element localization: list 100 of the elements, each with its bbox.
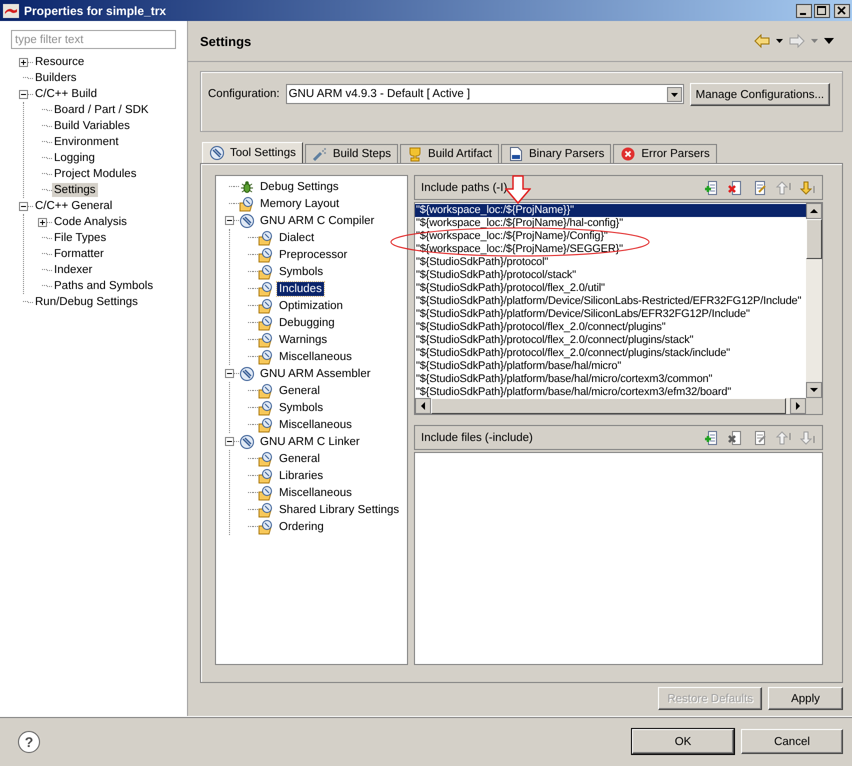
window-title: Properties for simple_trx	[24, 4, 168, 18]
tab[interactable]: Build Artifact	[400, 144, 499, 163]
dialog-button[interactable]: Cancel	[741, 729, 843, 754]
folder-gear-icon	[258, 502, 274, 518]
scroll-left-icon[interactable]	[415, 398, 431, 414]
folder-gear-icon	[258, 382, 274, 398]
tree-item[interactable]: GNU ARM C Linker	[258, 434, 362, 448]
expander-icon[interactable]	[38, 218, 47, 226]
include-path-item[interactable]: "${StudioSdkPath}/platform/Device/SiliconLabs-Restricted/EFR32FG12P/Include"	[415, 295, 806, 308]
tree-item[interactable]: Environment	[52, 135, 121, 149]
tree-item[interactable]: Debug Settings	[258, 180, 341, 194]
tree-item[interactable]: General	[277, 452, 322, 466]
tree-item[interactable]: C/C++ General	[33, 199, 114, 213]
maximize-icon[interactable]	[814, 4, 830, 18]
include-path-item[interactable]: "${workspace_loc:/${ProjName}/hal-config}"	[415, 217, 806, 230]
tree-item[interactable]: Debugging	[277, 316, 337, 330]
tree-item[interactable]: Ordering	[277, 520, 326, 534]
tree-item[interactable]: Dialect	[277, 230, 316, 244]
tree-item[interactable]: Warnings	[277, 332, 330, 346]
include-path-item[interactable]: "${workspace_loc:/${ProjName}}"	[415, 204, 806, 217]
tree-item[interactable]: C/C++ Build	[33, 87, 100, 101]
folder-gear-icon	[258, 280, 274, 296]
include-path-item[interactable]: "${StudioSdkPath}/protocol/stack"	[415, 269, 806, 282]
tree-item[interactable]: GNU ARM Assembler	[258, 366, 373, 380]
include-path-item[interactable]: "${StudioSdkPath}/protocol/flex_2.0/connect/plugins/stack"	[415, 334, 806, 347]
tree-item[interactable]: Includes	[277, 282, 324, 296]
tree-item[interactable]: Board / Part / SDK	[52, 103, 151, 117]
scroll-down-icon[interactable]	[806, 382, 822, 398]
tree-item[interactable]: Shared Library Settings	[277, 502, 402, 516]
configuration-label: Configuration:	[208, 88, 280, 100]
tree-item[interactable]: General	[277, 384, 322, 398]
add-icon[interactable]	[704, 430, 720, 446]
tree-item[interactable]: Settings	[52, 183, 98, 197]
minimize-icon[interactable]	[796, 4, 812, 18]
include-path-item[interactable]: "${StudioSdkPath}/protocol/flex_2.0/connect/plugins/stack/include"	[415, 347, 806, 360]
vertical-scrollbar[interactable]	[806, 203, 822, 398]
expander-icon[interactable]	[225, 437, 234, 446]
gear-icon	[239, 366, 255, 382]
tree-item[interactable]: Build Variables	[52, 119, 132, 133]
trophy-icon	[407, 146, 424, 162]
tree-item[interactable]: Memory Layout	[258, 196, 342, 210]
close-icon[interactable]	[834, 4, 850, 18]
include-path-item[interactable]: "${workspace_loc:/${ProjName}/SEGGER}"	[415, 243, 806, 256]
bug-icon	[239, 178, 255, 194]
tree-item[interactable]: Miscellaneous	[277, 418, 354, 432]
tree-item[interactable]: Libraries	[277, 468, 326, 482]
tree-item[interactable]: Preprocessor	[277, 248, 350, 262]
help-button[interactable]: ?	[18, 730, 40, 752]
tab[interactable]: Error Parsers	[613, 144, 717, 163]
tree-item[interactable]: Builders	[33, 71, 79, 85]
dropdown-caret-icon[interactable]	[776, 39, 783, 43]
expander-icon[interactable]	[19, 90, 28, 98]
view-menu-icon[interactable]	[824, 38, 834, 44]
include-path-item[interactable]: "${StudioSdkPath}/platform/Device/SiliconLabs/EFR32FG12P/Include"	[415, 308, 806, 321]
expander-icon[interactable]	[19, 202, 28, 210]
expander-icon[interactable]	[225, 216, 234, 225]
include-path-item[interactable]: "${StudioSdkPath}/platform/base/hal/micro"	[415, 360, 806, 373]
filter-field[interactable]: type filter text	[11, 30, 176, 49]
configuration-dropdown[interactable]: GNU ARM v4.9.3 - Default [ Active ]	[286, 84, 684, 104]
folder-gear-icon	[258, 314, 274, 330]
folder-gear-icon	[239, 196, 255, 212]
expander-icon[interactable]	[19, 58, 28, 66]
tree-item[interactable]: Formatter	[52, 247, 106, 261]
tree-item[interactable]: File Types	[52, 231, 108, 245]
tree-item[interactable]: Indexer	[52, 263, 94, 277]
tree-item[interactable]: GNU ARM C Compiler	[258, 214, 376, 228]
tree-item[interactable]: Paths and Symbols	[52, 279, 156, 293]
section-title: Include files (-include)	[421, 432, 534, 444]
include-path-item[interactable]: "${StudioSdkPath}/protocol/flex_2.0/util"	[415, 282, 806, 295]
tree-item[interactable]: Project Modules	[52, 167, 138, 181]
include-path-item[interactable]: "${workspace_loc:/${ProjName}/Config}"	[415, 230, 806, 243]
scroll-right-icon[interactable]	[790, 398, 806, 414]
tree-item[interactable]: Run/Debug Settings	[33, 295, 140, 309]
include-path-item[interactable]: "${StudioSdkPath}/protocol"	[415, 256, 806, 269]
include-path-item[interactable]: "${StudioSdkPath}/platform/base/hal/micro/cortexm3/efm32/board"	[415, 386, 806, 398]
page-button[interactable]: Apply	[768, 687, 843, 710]
manage-configurations-button[interactable]: Manage Configurations...	[690, 83, 830, 106]
expander-icon[interactable]	[225, 369, 234, 378]
tab[interactable]: Binary Parsers	[500, 144, 612, 163]
delete-icon[interactable]	[728, 180, 744, 196]
tree-item[interactable]: Miscellaneous	[277, 350, 354, 364]
back-arrow-icon[interactable]	[754, 34, 770, 48]
tree-item[interactable]: Symbols	[277, 264, 326, 278]
tab[interactable]: Build Steps	[304, 144, 398, 163]
edit-icon[interactable]	[752, 180, 768, 196]
scroll-up-icon[interactable]	[806, 203, 822, 219]
scrollbar-thumb[interactable]	[806, 219, 822, 259]
down-arrow-icon[interactable]	[800, 180, 816, 196]
tab[interactable]: Tool Settings	[202, 142, 303, 163]
include-path-item[interactable]: "${StudioSdkPath}/protocol/flex_2.0/connect/plugins"	[415, 321, 806, 334]
include-path-item[interactable]: "${StudioSdkPath}/platform/base/hal/micro/cortexm3/common"	[415, 373, 806, 386]
tree-item[interactable]: Logging	[52, 151, 97, 165]
dialog-button[interactable]: OK	[632, 729, 734, 754]
tree-item[interactable]: Code Analysis	[52, 215, 129, 229]
tree-item[interactable]: Symbols	[277, 400, 326, 414]
tree-item[interactable]: Optimization	[277, 298, 345, 312]
tree-item[interactable]: Miscellaneous	[277, 486, 354, 500]
folder-gear-icon	[258, 468, 274, 484]
tree-item[interactable]: Resource	[33, 55, 86, 69]
add-icon[interactable]	[704, 180, 720, 196]
